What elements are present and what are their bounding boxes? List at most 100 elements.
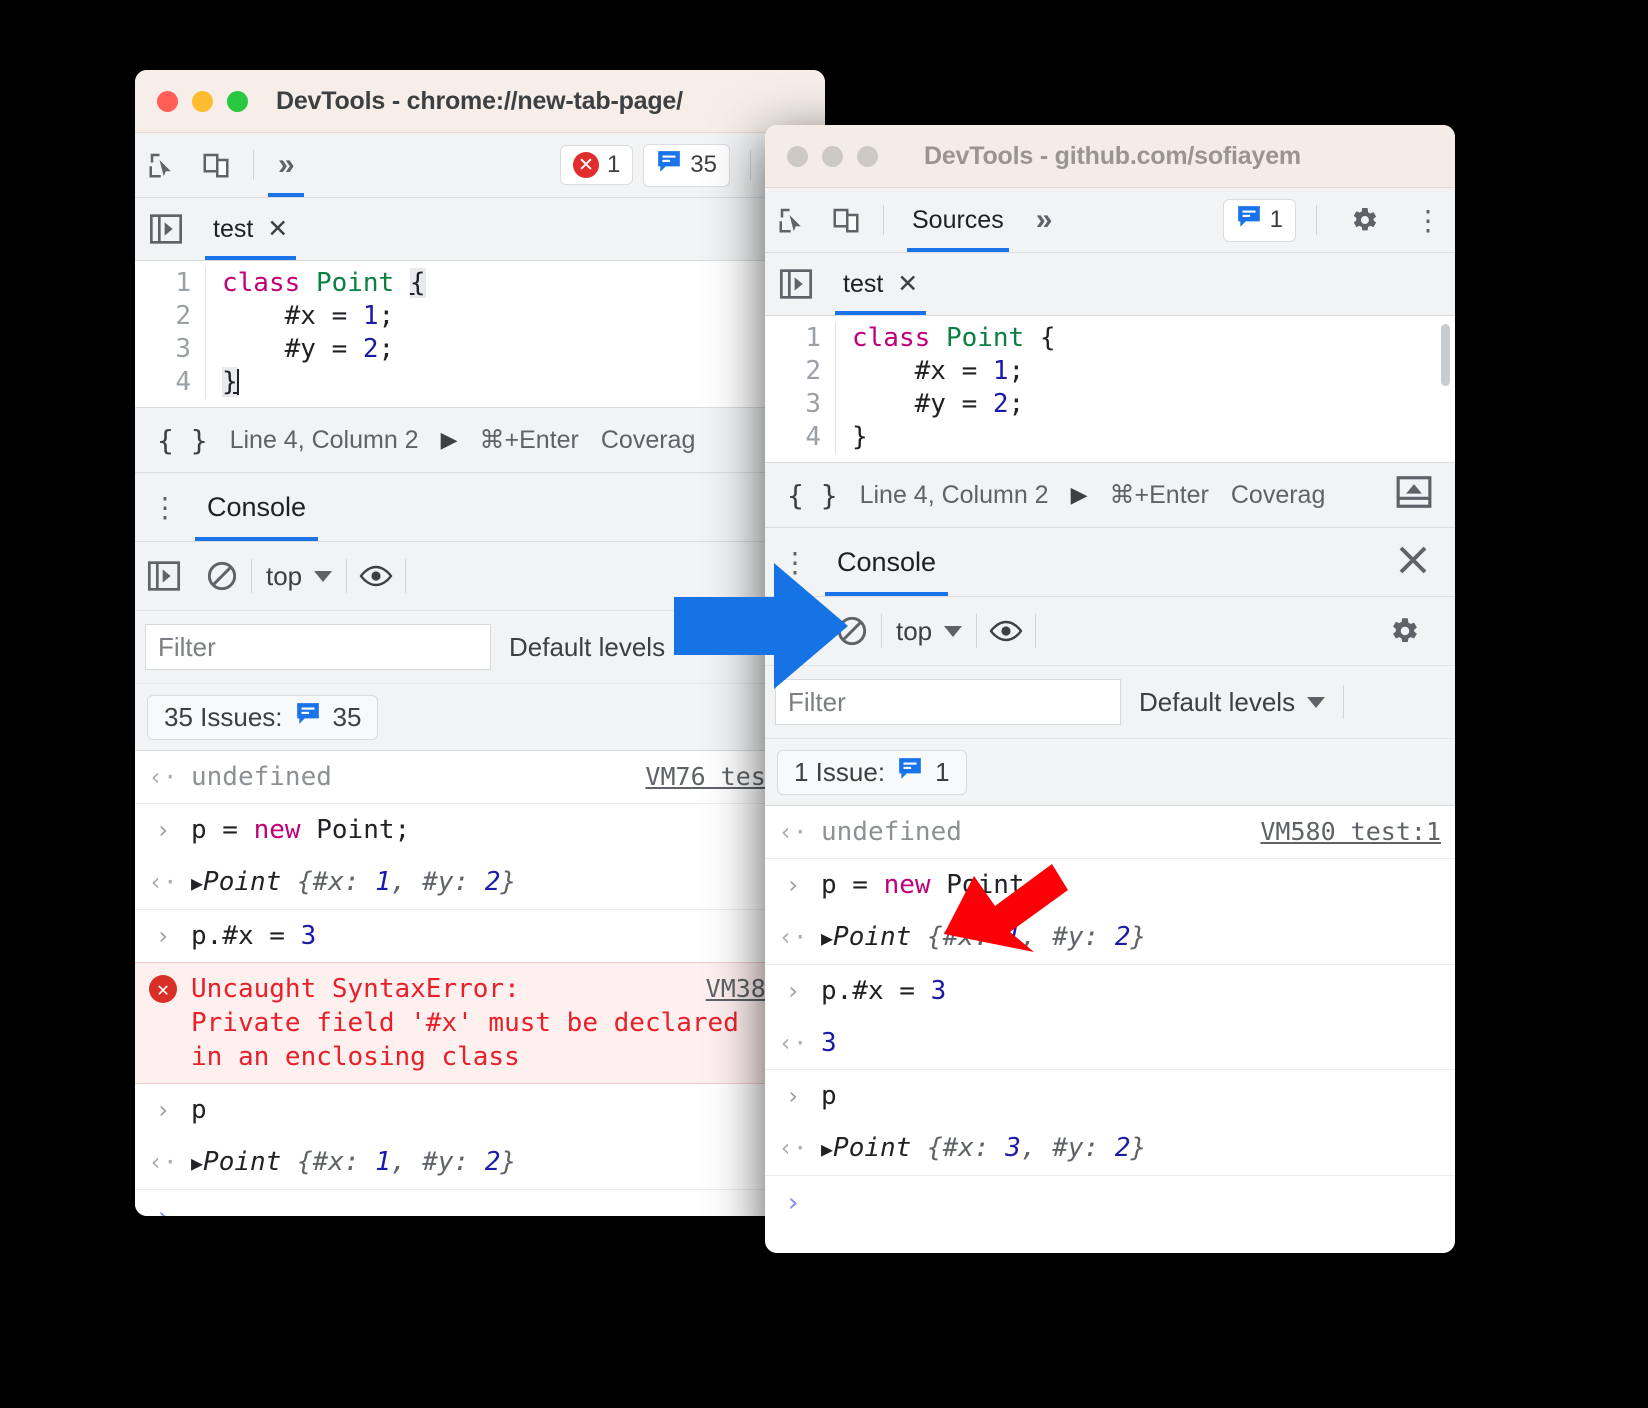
filter-input[interactable]: Filter: [145, 624, 491, 670]
issues-chip-label: 35 Issues:: [164, 701, 283, 732]
code-text: class Point {: [205, 267, 825, 300]
console-prompt[interactable]: ›: [765, 1176, 1455, 1230]
live-expression-icon[interactable]: [977, 597, 1035, 665]
device-toolbar-icon[interactable]: [819, 188, 873, 252]
code-token: Point: [315, 268, 395, 298]
code-token: }: [222, 367, 238, 397]
run-snippet-icon[interactable]: ▶: [1071, 482, 1088, 508]
error-count-label: 1: [606, 151, 621, 178]
line-number: 4: [805, 422, 821, 452]
more-panels-button[interactable]: »: [1022, 188, 1067, 252]
issues-chip[interactable]: 35 Issues: 35: [147, 694, 379, 740]
inspect-cursor-icon[interactable]: [765, 188, 819, 252]
execution-context-label: top: [896, 615, 933, 646]
more-options-icon[interactable]: ⋮: [1401, 188, 1455, 252]
gear-icon[interactable]: [1337, 188, 1391, 252]
inspect-cursor-icon[interactable]: [135, 133, 189, 197]
titlebar-right[interactable]: DevTools - github.com/sofiayem: [765, 125, 1455, 188]
maximize-window-button[interactable]: [857, 145, 878, 167]
log-levels-selector[interactable]: Default levels: [1139, 687, 1326, 718]
run-snippet-icon[interactable]: ▶: [441, 427, 458, 453]
execution-context-selector[interactable]: top: [252, 561, 346, 592]
show-navigator-icon[interactable]: [765, 253, 827, 315]
issues-chip[interactable]: 1 Issue: 1: [777, 749, 967, 795]
line-number: 1: [805, 323, 821, 353]
close-window-button[interactable]: [157, 90, 178, 112]
code-text: }: [835, 421, 1455, 454]
close-icon[interactable]: ✕: [267, 214, 288, 244]
issue-counter[interactable]: 1: [1222, 198, 1296, 242]
console-log-right[interactable]: ‹· undefined VM580 test:1 › p = new Point; ‹·…: [765, 806, 1455, 1230]
console-sidebar-icon[interactable]: [135, 542, 193, 610]
tab-sources[interactable]: Sources: [894, 188, 1022, 252]
tab-console[interactable]: Console: [195, 473, 319, 541]
console-message-text: ▶Point {#x: 1, #y: 2}: [191, 867, 517, 897]
coverage-label[interactable]: Coverag: [1231, 481, 1326, 510]
counters-right: 1 ⋮: [1222, 188, 1455, 252]
console-prompt[interactable]: ›: [135, 1190, 825, 1216]
pretty-print-icon[interactable]: { }: [157, 424, 208, 457]
code-token: 2: [362, 334, 379, 364]
file-tab-test[interactable]: test ✕: [827, 253, 934, 315]
console-toolbar-right: top: [765, 597, 1455, 666]
toolbar-divider-2: [750, 150, 751, 180]
devtools-window-right: DevTools - github.com/sofiayem Sources »: [765, 125, 1455, 1253]
console-message-text: p.#x = 3: [191, 921, 317, 951]
code-editor-right[interactable]: 1 class Point {2 #x = 1; 3 #y = 2; 4}: [765, 316, 1455, 462]
output-chevron-icon: ‹·: [778, 1029, 808, 1057]
close-drawer-icon[interactable]: [1395, 542, 1431, 583]
close-icon[interactable]: ✕: [897, 269, 918, 299]
device-toolbar-icon[interactable]: [189, 133, 243, 197]
more-panels-button[interactable]: »: [264, 133, 309, 197]
pretty-print-icon[interactable]: { }: [787, 479, 838, 512]
cursor-position: Line 4, Column 2: [229, 425, 419, 454]
source-link[interactable]: VM580 test:1: [1260, 815, 1441, 849]
more-tools-icon[interactable]: ⋮: [135, 491, 195, 524]
line-number: 3: [175, 334, 191, 364]
issue-counter[interactable]: 35: [643, 143, 730, 187]
error-counter[interactable]: ✕ 1: [559, 145, 634, 185]
traffic-lights-right: [787, 145, 878, 167]
coverage-label[interactable]: Coverag: [601, 426, 696, 455]
filter-placeholder: Filter: [158, 631, 216, 662]
show-navigator-icon[interactable]: [135, 198, 197, 260]
devtools-toolbar-left: » ✕ 1 35: [135, 133, 825, 198]
console-settings-icon[interactable]: [1375, 597, 1433, 665]
console-message-text: ▶Point {#x: 1, #y: 2}: [821, 922, 1147, 952]
console-input-row: › p: [765, 1070, 1455, 1122]
maximize-window-button[interactable]: [227, 90, 248, 112]
prompt-chevron-icon: ›: [785, 1188, 801, 1218]
editor-scrollbar-thumb[interactable]: [1441, 324, 1450, 386]
text-caret: [236, 369, 239, 395]
code-text: #x = 1;: [835, 355, 1455, 388]
console-log-left[interactable]: ‹· undefined VM76 test:1 › p = new Point; ‹· ▶…: [135, 751, 825, 1216]
live-expression-icon[interactable]: [347, 542, 405, 610]
line-number: 4: [175, 367, 191, 397]
input-chevron-icon: ›: [785, 977, 801, 1005]
titlebar-left[interactable]: DevTools - chrome://new-tab-page/: [135, 70, 825, 133]
console-input-row: › p = new Point;: [765, 859, 1455, 911]
code-token: {: [409, 268, 426, 298]
console-message-text: p: [191, 1095, 207, 1125]
minimize-window-button[interactable]: [192, 90, 213, 112]
chevron-down-icon: [314, 570, 333, 582]
clear-console-icon[interactable]: [193, 542, 251, 610]
output-chevron-icon: ‹·: [778, 1134, 808, 1162]
line-number: 2: [805, 356, 821, 386]
hide-drawer-icon[interactable]: [1395, 473, 1433, 518]
code-editor-left[interactable]: 1 class Point {2 #x = 1; 3 #y = 2; 4}: [135, 261, 825, 407]
console-message-text: ▶Point {#x: 1, #y: 2}: [191, 1147, 517, 1177]
screenshot-canvas: DevTools - chrome://new-tab-page/ » ✕ 1 …: [0, 0, 1648, 1408]
file-tab-test[interactable]: test ✕: [197, 198, 304, 260]
file-tab-label: test: [213, 214, 254, 243]
code-token: #y =: [222, 334, 363, 364]
filter-row-divider: [1343, 685, 1345, 719]
input-chevron-icon: ›: [785, 871, 801, 899]
execution-context-selector[interactable]: top: [882, 616, 976, 647]
editor-statusbar-right: { } Line 4, Column 2 ▶ ⌘+Enter Coverag: [765, 462, 1455, 528]
code-line: 1 class Point {: [135, 267, 825, 300]
minimize-window-button[interactable]: [822, 145, 843, 167]
log-levels-selector[interactable]: Default levels: [509, 632, 696, 663]
close-window-button[interactable]: [787, 145, 808, 167]
